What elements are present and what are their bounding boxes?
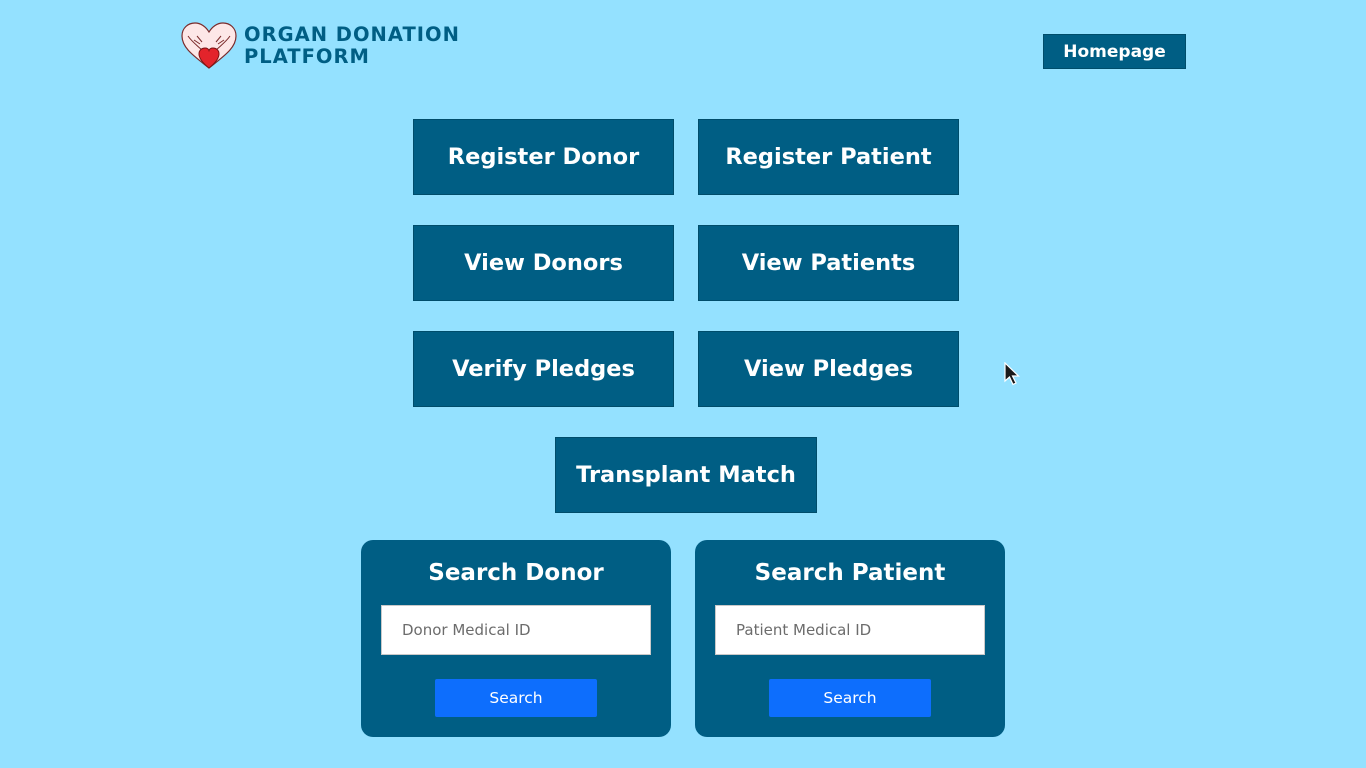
search-patient-card: Search Patient Search: [695, 540, 1005, 737]
brand: ORGAN DONATION PLATFORM: [180, 22, 460, 70]
heart-hands-icon: [181, 22, 237, 69]
view-pledges-button[interactable]: View Pledges: [698, 331, 959, 407]
search-donor-card: Search Donor Search: [361, 540, 671, 737]
mouse-cursor-icon: [1004, 362, 1020, 386]
register-donor-button[interactable]: Register Donor: [413, 119, 674, 195]
verify-pledges-button[interactable]: Verify Pledges: [413, 331, 674, 407]
patient-medical-id-input[interactable]: [715, 605, 985, 655]
view-donors-button[interactable]: View Donors: [413, 225, 674, 301]
brand-title-line1: ORGAN DONATION: [244, 23, 460, 46]
homepage-button[interactable]: Homepage: [1043, 34, 1186, 69]
transplant-match-button[interactable]: Transplant Match: [555, 437, 817, 513]
brand-title: ORGAN DONATION PLATFORM: [244, 24, 460, 68]
donor-medical-id-input[interactable]: [381, 605, 651, 655]
search-patient-title: Search Patient: [754, 560, 946, 586]
view-patients-button[interactable]: View Patients: [698, 225, 959, 301]
search-donor-title: Search Donor: [428, 560, 604, 586]
search-patient-button[interactable]: Search: [769, 679, 931, 717]
brand-title-line2: PLATFORM: [244, 45, 370, 68]
search-donor-button[interactable]: Search: [435, 679, 597, 717]
register-patient-button[interactable]: Register Patient: [698, 119, 959, 195]
